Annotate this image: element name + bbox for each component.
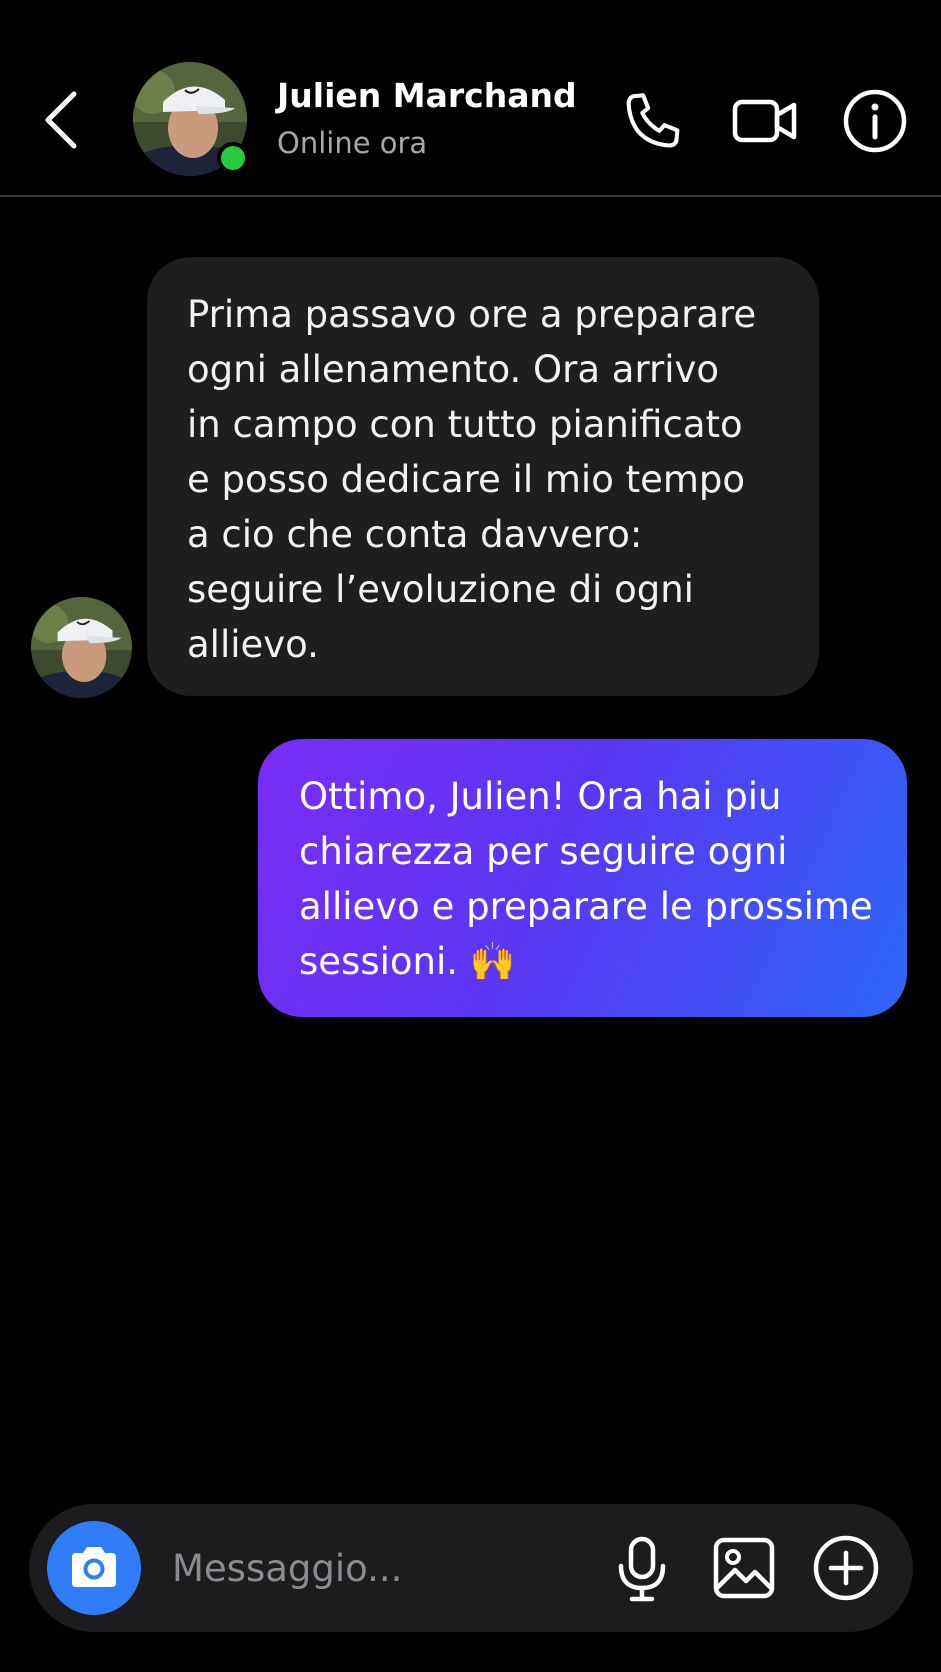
call-button[interactable] [619, 86, 689, 156]
image-icon [713, 1537, 775, 1599]
message-input[interactable] [172, 1538, 602, 1598]
camera-button[interactable] [47, 1521, 141, 1615]
message-text-line: ogni allenamento. Ora arrivo [187, 348, 720, 391]
message-text-line: sessioni. 🙌 [299, 940, 516, 983]
chevron-left-icon [45, 91, 77, 149]
message-text-line: allievo. [187, 623, 319, 666]
add-attachment-button[interactable] [810, 1532, 882, 1604]
camera-icon [72, 1547, 116, 1587]
contact-name[interactable]: Julien Marchand [277, 76, 577, 115]
sender-avatar[interactable] [31, 597, 132, 698]
message-text-line: Prima passavo ore a preparare [187, 293, 757, 336]
chat-header: Julien Marchand Online ora [0, 0, 941, 197]
video-camera-icon [732, 99, 797, 143]
microphone-icon [618, 1536, 666, 1602]
message-text-line: e posso dedicare il mio tempo [187, 458, 746, 501]
message-text-line: in campo con tutto pianificato [187, 403, 743, 446]
message-text-line: allievo e preparare le prossime [299, 885, 873, 928]
incoming-message-bubble[interactable]: Prima passavo ore a preparare ogni allen… [147, 257, 819, 696]
message-text-line: seguire l’evoluzione di ogni [187, 568, 694, 611]
contact-status: Online ora [277, 126, 428, 160]
phone-icon [626, 93, 680, 148]
contact-avatar[interactable] [133, 62, 249, 176]
online-indicator [217, 142, 249, 174]
info-icon [843, 89, 907, 153]
gallery-button[interactable] [708, 1532, 780, 1604]
plus-icon [813, 1535, 879, 1601]
message-composer [29, 1504, 913, 1632]
message-text-line: Ottimo, Julien! Ora hai piu [299, 775, 782, 818]
info-button[interactable] [840, 86, 910, 156]
back-button[interactable] [36, 86, 88, 154]
outgoing-message-bubble[interactable]: Ottimo, Julien! Ora hai piu chiarezza pe… [258, 739, 907, 1017]
message-text-line: a cio che conta davvero: [187, 513, 643, 556]
video-call-button[interactable] [730, 86, 800, 156]
voice-message-button[interactable] [606, 1532, 678, 1604]
message-text-line: chiarezza per seguire ogni [299, 830, 788, 873]
